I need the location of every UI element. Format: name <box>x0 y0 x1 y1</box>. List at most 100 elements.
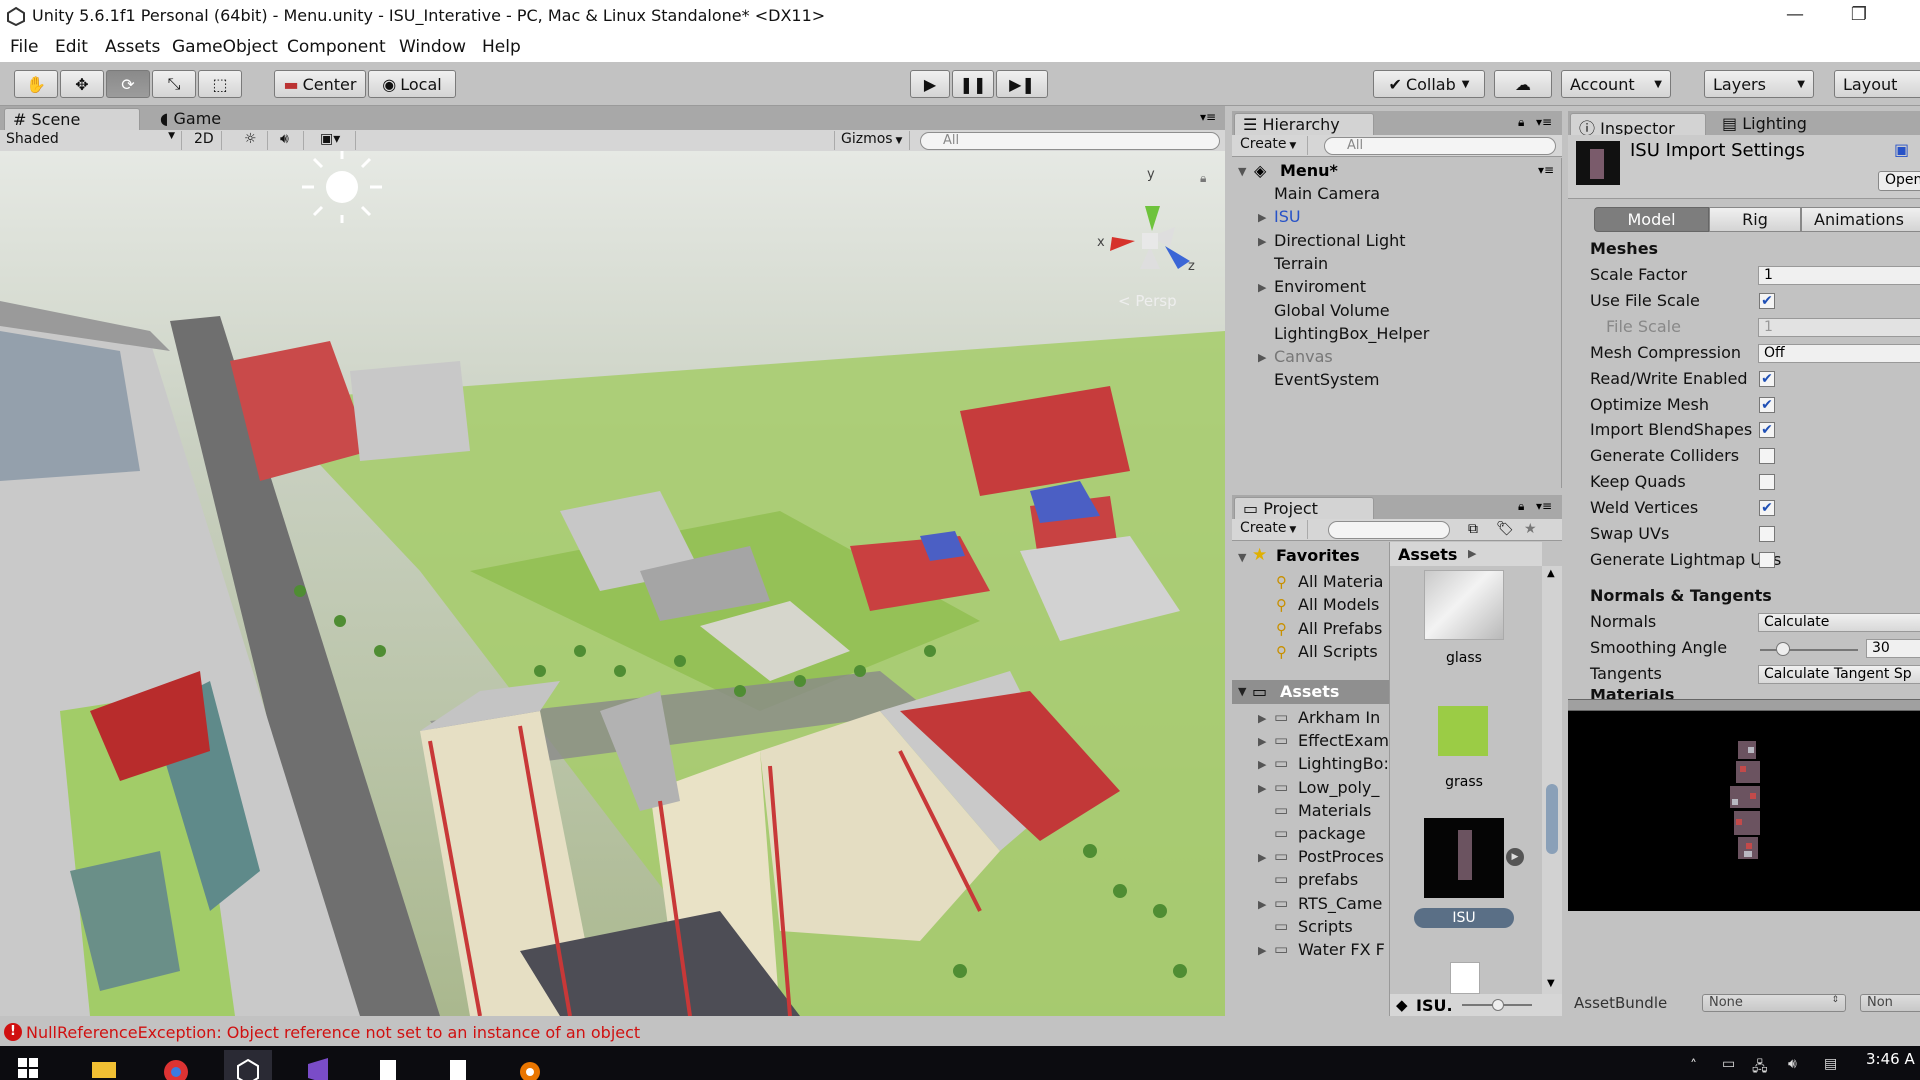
pivot-center-button[interactable]: ▬ Center <box>274 70 366 98</box>
favorite-item[interactable]: All Prefabs <box>1298 619 1388 638</box>
lock-icon[interactable]: 🔒︎ <box>1200 171 1206 186</box>
pause-button[interactable]: ❚❚ <box>952 70 994 98</box>
folder-item[interactable]: PostProces <box>1298 847 1389 866</box>
lock-icon[interactable]: 🔒︎ <box>1518 115 1524 130</box>
mesh-setting-checkbox[interactable] <box>1759 551 1775 568</box>
asset-label[interactable]: ISU <box>1414 908 1514 928</box>
scene-name[interactable]: Menu* <box>1280 161 1338 180</box>
mesh-setting-checkbox[interactable]: ✔ <box>1759 292 1775 309</box>
tangents-dropdown[interactable]: Calculate Tangent Sp <box>1758 665 1920 684</box>
tab-scene[interactable]: # Scene <box>4 108 140 130</box>
folder-item[interactable]: Low_poly_ <box>1298 778 1389 797</box>
mesh-setting-checkbox[interactable] <box>1759 526 1775 542</box>
menu-component[interactable]: Component <box>287 37 386 57</box>
expand-arrow-icon[interactable]: ▶ <box>1258 235 1266 248</box>
file-explorer-taskbar-button[interactable] <box>82 1050 130 1080</box>
folder-item[interactable]: Water FX F <box>1298 940 1389 959</box>
collab-dropdown[interactable]: ✔ Collab ▼ <box>1373 70 1485 98</box>
shading-dropdown[interactable]: Shaded ▼ <box>0 131 182 150</box>
projection-label[interactable]: < Persp <box>1118 292 1177 310</box>
assets-root-row[interactable]: ▼ ▭ Assets <box>1232 680 1389 704</box>
expand-arrow-icon[interactable]: ▶ <box>1258 851 1266 864</box>
folder-item[interactable]: LightingBo: <box>1298 754 1389 773</box>
space-local-button[interactable]: ◉ Local <box>368 70 456 98</box>
restore-button[interactable]: ❐ <box>1836 0 1882 32</box>
gizmos-dropdown[interactable]: Gizmos ▼ <box>834 131 910 150</box>
rect-tool-button[interactable]: ⬚ <box>198 70 242 98</box>
scroll-up-icon[interactable]: ▲ <box>1547 568 1555 579</box>
smoothing-angle-slider[interactable] <box>1760 649 1858 651</box>
preview-splitter[interactable] <box>1568 699 1920 711</box>
effects-dropdown[interactable]: ▣▾ <box>314 131 356 150</box>
help-book-icon[interactable]: ▣ <box>1894 140 1909 159</box>
expand-asset-icon[interactable]: ▶ <box>1506 848 1524 866</box>
project-search-input[interactable] <box>1328 521 1450 539</box>
asset-thumb[interactable]: ▶ <box>1424 818 1524 898</box>
audio-toggle[interactable]: 🔊︎ <box>274 131 304 150</box>
mesh-setting-checkbox[interactable]: ✔ <box>1759 422 1775 439</box>
hierarchy-item[interactable]: ISU <box>1274 207 1301 226</box>
folder-item[interactable]: Materials <box>1298 801 1389 820</box>
asset-label[interactable]: glass <box>1414 650 1514 666</box>
filter-type-icon[interactable]: ⧉ <box>1468 521 1478 537</box>
favorite-item[interactable]: All Models <box>1298 595 1388 614</box>
tab-inspector[interactable]: ⓘ Inspector <box>1570 113 1706 138</box>
model-preview[interactable] <box>1568 711 1920 911</box>
tray-chevron-up-icon[interactable]: ˄ <box>1690 1058 1697 1074</box>
asset-thumb[interactable] <box>1424 570 1504 640</box>
mesh-setting-checkbox[interactable] <box>1759 474 1775 491</box>
assetbundle-variant-dropdown[interactable]: Non <box>1860 994 1920 1012</box>
start-button[interactable] <box>10 1050 58 1080</box>
expand-arrow-icon[interactable]: ▶ <box>1258 281 1266 294</box>
visual-studio-taskbar-button[interactable] <box>294 1050 342 1080</box>
star-icon[interactable]: ★ <box>1524 521 1537 537</box>
expand-arrow-icon[interactable]: ▶ <box>1258 712 1266 725</box>
path-assets[interactable]: Assets <box>1398 545 1457 564</box>
asset-thumb[interactable] <box>1438 706 1488 756</box>
project-create-dropdown[interactable]: Create ▼ <box>1234 520 1308 539</box>
scrollbar-thumb[interactable] <box>1546 784 1558 854</box>
mode-2d-button[interactable]: 2D <box>188 131 222 150</box>
unity-taskbar-button[interactable] <box>224 1050 272 1080</box>
favorites-label[interactable]: Favorites <box>1276 546 1360 565</box>
scene-view[interactable]: y x z 🔒︎ < Persp <box>0 151 1225 1016</box>
panel-menu-icon[interactable]: ▾≡ <box>1536 499 1552 513</box>
expand-arrow-icon[interactable]: ▶ <box>1258 735 1266 748</box>
subtab-model[interactable]: Model <box>1594 207 1709 232</box>
mesh-setting-checkbox[interactable]: ✔ <box>1759 396 1775 413</box>
play-button[interactable]: ▶ <box>910 70 950 98</box>
asset-thumb-partial[interactable] <box>1450 962 1480 994</box>
tab-project[interactable]: ▭ Project <box>1234 497 1374 519</box>
menu-file[interactable]: File <box>10 37 38 57</box>
menu-help[interactable]: Help <box>482 37 521 57</box>
expand-arrow-icon[interactable]: ▶ <box>1258 944 1266 957</box>
minimize-button[interactable]: — <box>1772 0 1818 32</box>
blender-taskbar-button[interactable] <box>504 1050 552 1080</box>
clock[interactable]: 3:46 A <box>1866 1050 1915 1068</box>
layers-dropdown[interactable]: Layers ▼ <box>1704 70 1814 98</box>
hierarchy-item[interactable]: LightingBox_Helper <box>1274 324 1429 343</box>
tray-device-icon[interactable]: ▭ <box>1722 1056 1735 1072</box>
expand-arrow-icon[interactable]: ▶ <box>1258 782 1266 795</box>
menu-edit[interactable]: Edit <box>55 37 88 57</box>
mesh-setting-checkbox[interactable] <box>1759 448 1775 465</box>
hierarchy-create-dropdown[interactable]: Create ▼ <box>1234 136 1308 155</box>
lighting-toggle[interactable]: ☼ <box>238 131 268 150</box>
asset-label[interactable]: grass <box>1414 774 1514 790</box>
mesh-setting-checkbox[interactable]: ✔ <box>1759 500 1775 517</box>
open-button[interactable]: Open <box>1878 171 1920 191</box>
scene-search-input[interactable]: All <box>920 132 1220 150</box>
document-taskbar-button-2[interactable] <box>434 1050 482 1080</box>
scroll-down-icon[interactable]: ▼ <box>1547 978 1555 989</box>
tab-game[interactable]: ◖ Game <box>152 108 252 130</box>
panel-menu-icon[interactable]: ▾≡ <box>1200 110 1216 124</box>
hierarchy-item[interactable]: Enviroment <box>1274 277 1366 296</box>
expand-arrow-icon[interactable]: ▼ <box>1238 165 1246 178</box>
expand-arrow-icon[interactable]: ▶ <box>1258 758 1266 771</box>
expand-arrow-icon[interactable]: ▶ <box>1258 211 1266 224</box>
hierarchy-item[interactable]: Canvas <box>1274 347 1333 366</box>
folder-item[interactable]: Scripts <box>1298 917 1389 936</box>
scene-menu-icon[interactable]: ▾≡ <box>1538 163 1554 177</box>
rotate-tool-button[interactable]: ⟳ <box>106 70 150 98</box>
layout-dropdown[interactable]: Layout <box>1834 70 1920 98</box>
